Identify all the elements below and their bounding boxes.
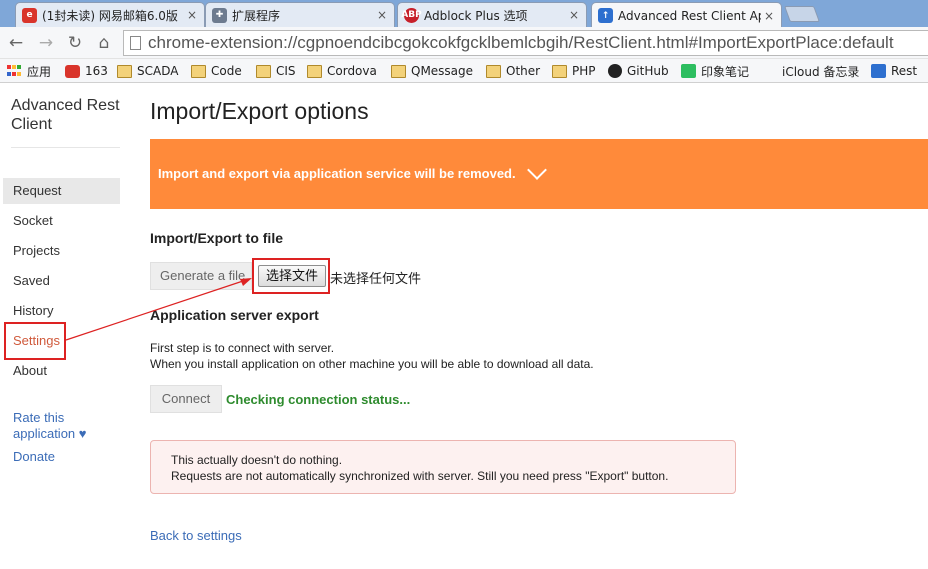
annotation-arrow <box>65 278 252 341</box>
